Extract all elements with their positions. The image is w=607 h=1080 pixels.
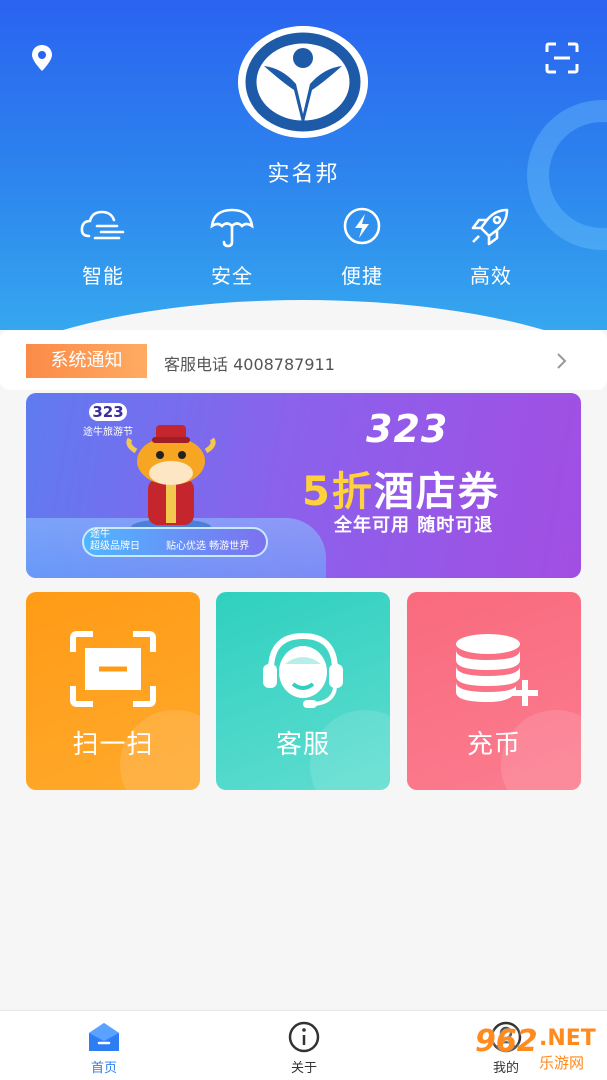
hero-curve xyxy=(0,300,607,330)
banner-headline-rest: 酒店券 xyxy=(373,469,500,515)
rocket-icon xyxy=(471,208,509,246)
watermark-number: 962 xyxy=(475,1024,538,1059)
home-icon xyxy=(89,1023,119,1051)
tile-label: 扫一扫 xyxy=(72,730,154,760)
feature-convenient: 便捷 xyxy=(322,206,402,289)
feature-security: 安全 xyxy=(192,206,272,289)
location-pin-icon[interactable] xyxy=(30,44,54,72)
feature-label: 安全 xyxy=(211,264,253,288)
umbrella-icon xyxy=(210,208,254,248)
notice-tag: 系统通知 xyxy=(26,344,147,378)
promo-banner[interactable]: 323 途牛旅游节 323 5折酒店券 全年可用 随时可退 途牛 超级品牌日 贴心… xyxy=(26,393,581,578)
watermark-domain: .NET xyxy=(539,1026,596,1051)
feature-efficient: 高效 xyxy=(451,206,531,289)
tile-label: 充币 xyxy=(466,730,521,760)
banner-subline: 全年可用 随时可退 xyxy=(334,515,494,536)
recharge-tile[interactable]: 充币 xyxy=(407,592,581,790)
watermark-site: 乐游网 xyxy=(539,1054,585,1072)
header-hero: 实名邦 智能 安全 便捷 高效 xyxy=(0,0,607,330)
banner-headline: 5折酒店券 xyxy=(302,459,500,517)
chevron-right-icon[interactable] xyxy=(555,352,567,370)
feature-smart: 智能 xyxy=(63,206,143,289)
site-watermark: 962 .NET 乐游网 xyxy=(475,1024,601,1074)
pill-brand-name: 超级品牌日 xyxy=(90,541,140,552)
pill-brand-top: 途牛 xyxy=(90,529,110,540)
bottom-tab-bar: 首页 关于 我的 962 .NET 乐游网 xyxy=(0,1010,607,1080)
tab-home[interactable]: 首页 xyxy=(64,1021,144,1076)
feature-label: 便捷 xyxy=(341,264,383,288)
mascot-cow-image xyxy=(126,425,216,535)
scan-frame-icon[interactable] xyxy=(545,42,579,74)
notice-bar[interactable]: 系统通知 客服电话 4008787911 xyxy=(0,330,607,390)
app-logo xyxy=(238,26,368,138)
pill-brand: 途牛 超级品牌日 xyxy=(90,529,140,553)
pill-slogan: 贴心优选 畅游世界 xyxy=(166,541,250,552)
coin-stack-add-icon xyxy=(456,634,538,706)
customer-service-tile[interactable]: 客服 xyxy=(216,592,390,790)
banner-headline-highlight: 5折 xyxy=(302,469,374,515)
banner-number: 323 xyxy=(366,407,449,451)
tab-label: 首页 xyxy=(90,1061,117,1076)
lightning-circle-icon xyxy=(343,207,381,245)
tile-label: 客服 xyxy=(275,730,330,760)
tab-about[interactable]: 关于 xyxy=(264,1021,344,1076)
banner-pill: 途牛 超级品牌日 贴心优选 畅游世界 xyxy=(82,527,268,557)
info-icon xyxy=(288,1021,320,1053)
app-name: 实名邦 xyxy=(267,162,340,187)
tab-label: 关于 xyxy=(290,1061,317,1076)
notice-text: 客服电话 4008787911 xyxy=(164,355,335,374)
headset-agent-icon xyxy=(263,632,343,708)
feature-label: 高效 xyxy=(470,264,512,288)
scan-icon xyxy=(70,631,156,707)
scan-tile[interactable]: 扫一扫 xyxy=(26,592,200,790)
feature-label: 智能 xyxy=(82,264,124,288)
cloud-speed-icon xyxy=(80,210,125,240)
